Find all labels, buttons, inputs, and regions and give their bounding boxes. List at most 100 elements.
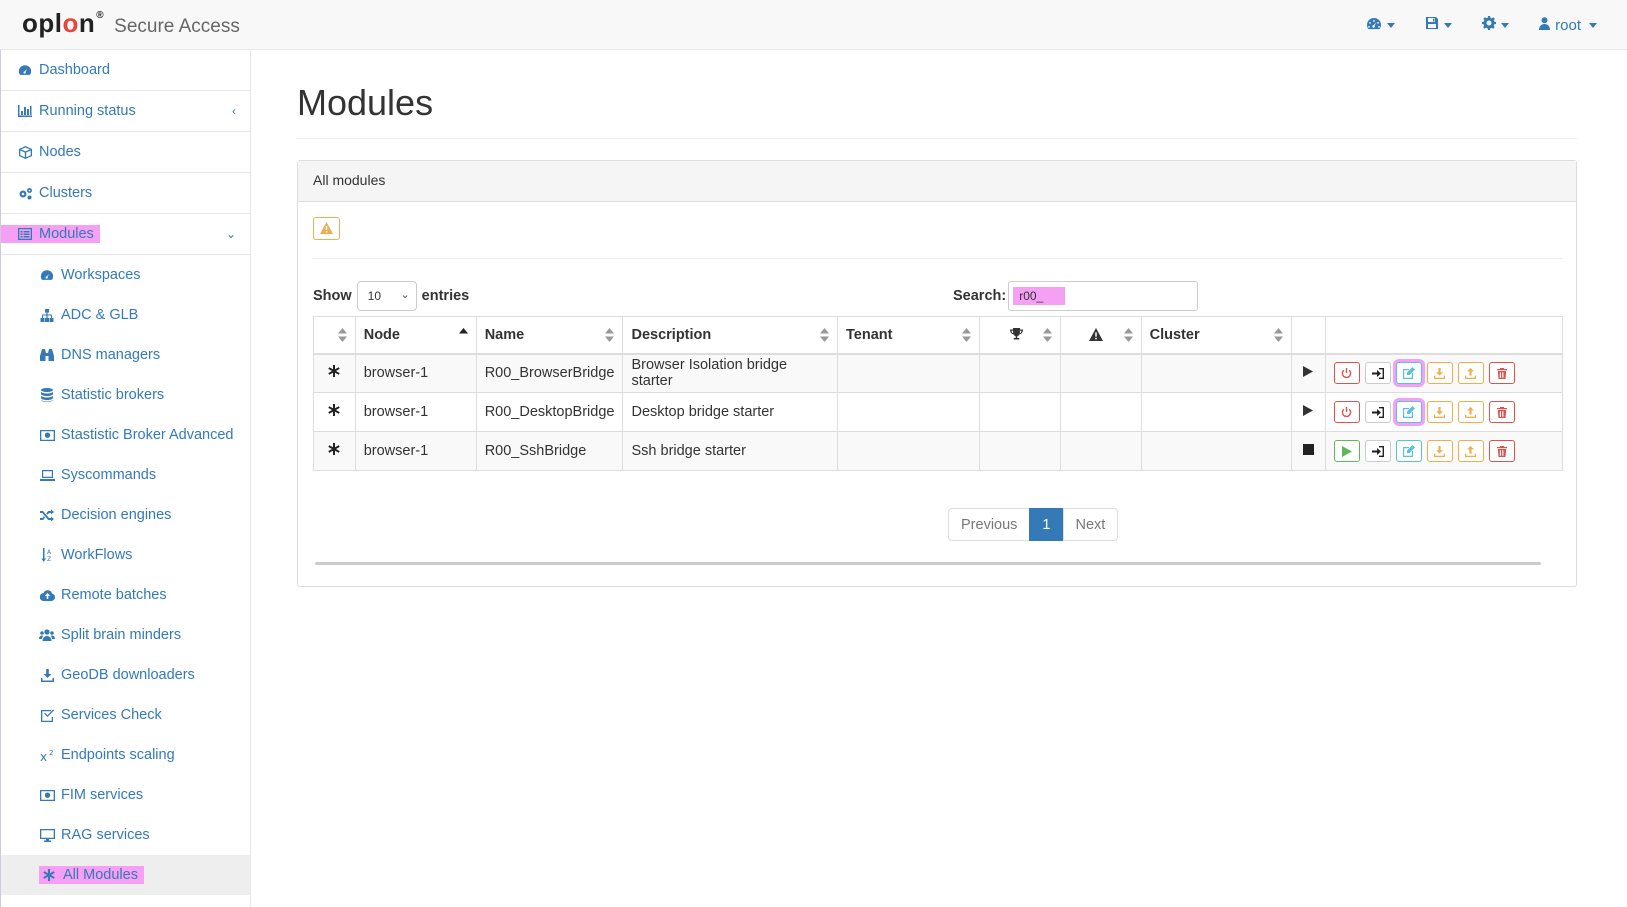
user-menu[interactable]: root: [1539, 17, 1597, 34]
sidebar-item-services-check[interactable]: Services Check: [1, 695, 250, 735]
download-button[interactable]: [1426, 401, 1453, 423]
sidebar-item-label: Clusters: [39, 185, 93, 201]
modules-panel: All modules Show 10 ⌄ entries Search: r0…: [297, 160, 1577, 587]
upload-button[interactable]: [1457, 362, 1484, 385]
sidebar-item-endpoints-scaling[interactable]: x2 Endpoints scaling: [1, 735, 250, 775]
delete-button[interactable]: [1488, 401, 1515, 423]
upload-button[interactable]: [1457, 440, 1484, 462]
sidebar-item-label: DNS managers: [61, 347, 161, 363]
sidebar-item-clusters[interactable]: Clusters: [1, 173, 250, 214]
brand[interactable]: oplon® Secure Access: [22, 8, 240, 42]
download-button[interactable]: [1426, 362, 1453, 385]
sidebar-item-geodb-downloaders[interactable]: GeoDB downloaders: [1, 655, 250, 695]
row-warning: [1059, 353, 1142, 393]
sidebar-item-fim-services[interactable]: FIM services: [1, 775, 250, 815]
table-row[interactable]: browser-1 R00_BrowserBridge Browser Isol…: [313, 353, 1564, 393]
sidebar-item-modules[interactable]: Modules ⌄: [1, 214, 250, 255]
sidebar-item-dashboard[interactable]: Dashboard: [1, 50, 250, 91]
start-button[interactable]: [1333, 440, 1360, 462]
sidebar-item-adc-glb[interactable]: ADC & GLB: [1, 295, 250, 335]
sidebar-item-workflows[interactable]: AZ WorkFlows: [1, 535, 250, 575]
sidebar-item-rag-services[interactable]: RAG services: [1, 815, 250, 855]
login-button[interactable]: [1364, 440, 1391, 462]
users-icon: [39, 628, 55, 642]
asterisk-icon: [328, 365, 341, 381]
sidebar-item-statistic-brokers[interactable]: Statistic brokers: [1, 375, 250, 415]
asterisk-icon: [328, 443, 341, 459]
column-header-status[interactable]: [313, 316, 356, 355]
sidebar-item-statistic-broker-advanced[interactable]: Stastistic Broker Advanced: [1, 415, 250, 455]
column-header-node[interactable]: Node: [354, 316, 477, 355]
dashboard-icon: [39, 268, 55, 282]
sidebar-item-nodes[interactable]: Nodes: [1, 132, 250, 173]
sidebar-item-running-status[interactable]: Running status ‹: [1, 91, 250, 132]
pagination-page-1[interactable]: 1: [1029, 508, 1064, 541]
column-header-trophy[interactable]: [979, 316, 1061, 355]
dashboard-icon: [17, 63, 33, 77]
column-header-description[interactable]: Description: [622, 316, 838, 355]
pagination: Previous 1 Next: [948, 508, 1119, 541]
settings-menu[interactable]: [1482, 16, 1510, 34]
column-header-warning[interactable]: [1059, 316, 1142, 355]
user-name: root: [1555, 16, 1581, 34]
download-icon: [39, 668, 55, 682]
delete-button[interactable]: [1488, 440, 1515, 462]
sidebar-item-workspaces[interactable]: Workspaces: [1, 255, 250, 295]
sidebar-item-split-brain-minders[interactable]: Split brain minders: [1, 615, 250, 655]
row-status-cell: [313, 353, 356, 393]
sidebar-item-decision-engines[interactable]: Decision engines: [1, 495, 250, 535]
upload-button[interactable]: [1457, 401, 1484, 423]
column-header-tenant[interactable]: Tenant: [836, 316, 981, 355]
stop-button[interactable]: [1333, 362, 1360, 385]
edit-button[interactable]: [1395, 362, 1422, 385]
horizontal-scrollbar[interactable]: [315, 562, 1541, 565]
edit-button[interactable]: [1395, 440, 1422, 462]
table-row[interactable]: browser-1 R00_SshBridge Ssh bridge start…: [313, 431, 1564, 471]
row-name: R00_BrowserBridge: [475, 353, 624, 393]
entries-length-control: Show 10 ⌄ entries: [313, 281, 469, 311]
table-row[interactable]: browser-1 R00_DesktopBridge Desktop brid…: [313, 392, 1564, 432]
row-cluster: [1140, 431, 1292, 471]
dashboard-menu[interactable]: [1366, 17, 1396, 34]
sidebar-item-label: Nodes: [39, 144, 81, 160]
row-node: browser-1: [354, 353, 477, 393]
pagination-previous[interactable]: Previous: [948, 508, 1031, 541]
row-status-cell: [313, 431, 356, 471]
upload-icon: [1465, 367, 1477, 379]
top-navbar: oplon® Secure Access root: [0, 0, 1627, 50]
download-button[interactable]: [1426, 440, 1453, 462]
pagination-next[interactable]: Next: [1062, 508, 1119, 541]
column-header-name[interactable]: Name: [475, 316, 624, 355]
svg-text:A: A: [47, 549, 52, 556]
database-icon: [39, 388, 55, 402]
save-menu[interactable]: [1425, 16, 1453, 34]
delete-button[interactable]: [1488, 362, 1515, 385]
svg-text:Z: Z: [47, 556, 51, 562]
row-status-cell: [313, 392, 356, 432]
sidebar-item-dns-managers[interactable]: DNS managers: [1, 335, 250, 375]
divider: [313, 258, 1563, 259]
warning-button[interactable]: [313, 217, 340, 240]
sidebar-item-syscommands[interactable]: Syscommands: [1, 455, 250, 495]
column-header-cluster[interactable]: Cluster: [1140, 316, 1292, 355]
entries-select[interactable]: 10 ⌄: [356, 281, 417, 311]
divider: [297, 138, 1577, 139]
sidebar-item-all-modules[interactable]: All Modules: [1, 855, 250, 895]
sidebar-item-remote-batches[interactable]: Remote batches: [1, 575, 250, 615]
login-button[interactable]: [1364, 362, 1391, 385]
login-button[interactable]: [1364, 401, 1391, 423]
sort-icon: [1273, 328, 1283, 342]
trash-icon: [1496, 445, 1507, 457]
warning-icon: [1088, 328, 1103, 345]
entries-value: 10: [367, 289, 382, 303]
show-label: Show: [313, 288, 352, 304]
search-input[interactable]: r00_: [1008, 281, 1199, 311]
sidebar-item-label: ADC & GLB: [61, 307, 139, 323]
navbar-right: root: [1336, 0, 1597, 50]
stop-button[interactable]: [1333, 401, 1360, 423]
row-state: [1290, 392, 1326, 432]
chevron-down-icon: [1387, 22, 1396, 28]
row-actions: [1324, 353, 1564, 393]
edit-button[interactable]: [1395, 401, 1422, 423]
check-square-icon: [39, 708, 55, 722]
